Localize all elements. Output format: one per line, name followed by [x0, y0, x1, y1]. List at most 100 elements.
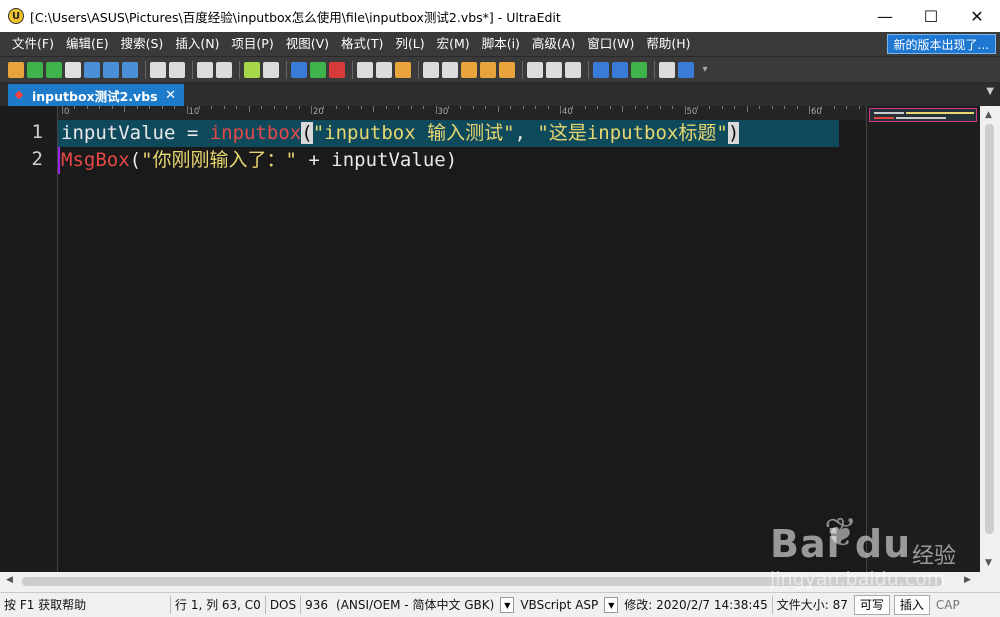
ruler-label: 60 [811, 107, 822, 117]
macro-stop-icon[interactable] [329, 61, 345, 78]
open-file-icon[interactable] [65, 61, 81, 78]
code-line-1[interactable]: inputValue = inputbox("inputbox 输入测试", "… [61, 120, 740, 147]
close-button[interactable]: ✕ [954, 0, 1000, 32]
token-string-2: "这是inputbox标题" [537, 122, 728, 144]
new-file-icon[interactable] [8, 61, 24, 78]
ruler-tick [684, 106, 686, 114]
token-operator: = [175, 122, 210, 144]
line-number-gutter[interactable]: 1 2 [0, 106, 58, 572]
menu-format[interactable]: 格式(T) [335, 32, 389, 56]
vertical-scrollbar[interactable]: ▲ ▼ [980, 106, 1000, 572]
code-editor[interactable]: inputValue = inputbox("inputbox 输入测试", "… [58, 120, 866, 572]
refresh-icon[interactable] [631, 61, 647, 78]
bookmark-icon[interactable] [216, 61, 232, 78]
ruler-tick [460, 106, 462, 109]
browser-icon[interactable] [593, 61, 609, 78]
tab-label: inputbox测试2.vbs [32, 88, 158, 104]
copy-icon[interactable] [376, 61, 392, 78]
scroll-down-icon[interactable]: ▼ [985, 558, 992, 568]
recent-folder-icon[interactable] [103, 61, 119, 78]
scroll-right-icon[interactable]: ▶ [964, 575, 971, 585]
code-line-2[interactable]: MsgBox("你刚刚输入了：" + inputValue) [61, 147, 457, 174]
maximize-button[interactable]: ☐ [908, 0, 954, 32]
menu-edit[interactable]: 编辑(E) [60, 32, 115, 56]
status-language[interactable]: VBScript ASP [516, 593, 602, 617]
menu-window[interactable]: 窗口(W) [581, 32, 640, 56]
minimap-viewport[interactable] [869, 108, 977, 122]
status-help: 按 F1 获取帮助 [4, 597, 87, 612]
ruler-label: 20 [313, 107, 324, 117]
toolbar-separator [352, 60, 353, 79]
forward-icon[interactable] [46, 61, 62, 78]
word-wrap-icon[interactable] [659, 61, 675, 78]
insert-mode-toggle[interactable]: 插入 [893, 595, 930, 615]
replace-icon[interactable] [461, 61, 477, 78]
token-comma: , [514, 122, 538, 144]
menu-search[interactable]: 搜索(S) [115, 32, 170, 56]
menu-project[interactable]: 项目(P) [225, 32, 279, 56]
ruler-tick [746, 106, 748, 112]
menu-macro[interactable]: 宏(M) [431, 32, 476, 56]
ruler-tick [784, 106, 786, 109]
ruler-tick [510, 106, 512, 109]
find-next-icon[interactable] [442, 61, 458, 78]
macro-record-icon[interactable] [310, 61, 326, 78]
ruler-tick [261, 106, 263, 109]
cut-icon[interactable] [357, 61, 373, 78]
status-line-ending[interactable]: DOS [266, 593, 300, 617]
minimize-button[interactable]: — [862, 0, 908, 32]
help-icon[interactable] [678, 61, 694, 78]
menu-view[interactable]: 视图(V) [280, 32, 335, 56]
ruler-tick [721, 106, 723, 109]
tab-strip: inputbox测试2.vbs ✕ ▼ [0, 82, 1000, 106]
print-preview-icon[interactable] [169, 61, 185, 78]
back-icon[interactable] [27, 61, 43, 78]
find-icon[interactable] [423, 61, 439, 78]
ruler-tick [149, 106, 151, 109]
find-files-icon[interactable] [480, 61, 496, 78]
menu-help[interactable]: 帮助(H) [640, 32, 696, 56]
vertical-scroll-thumb[interactable] [985, 124, 994, 534]
print-icon[interactable] [150, 61, 166, 78]
save-icon[interactable] [122, 61, 138, 78]
paste-icon[interactable] [395, 61, 411, 78]
modified-indicator-icon [14, 90, 24, 100]
window-tile-icon[interactable] [527, 61, 543, 78]
tab-inputbox-vbs[interactable]: inputbox测试2.vbs ✕ [8, 84, 184, 106]
toolbar-separator [418, 60, 419, 79]
list-icon[interactable] [197, 61, 213, 78]
writable-toggle[interactable]: 可写 [853, 595, 890, 615]
scroll-up-icon[interactable]: ▲ [985, 110, 992, 120]
menu-advanced[interactable]: 高级(A) [526, 32, 581, 56]
column-icon[interactable] [244, 61, 260, 78]
open-folder-icon[interactable] [84, 61, 100, 78]
replace-files-icon[interactable] [499, 61, 515, 78]
tab-close-icon[interactable]: ✕ [165, 88, 176, 103]
macro-play-icon[interactable] [291, 61, 307, 78]
tab-overflow-icon[interactable]: ▼ [986, 86, 994, 97]
ruler-tick [248, 106, 250, 112]
encoding-dropdown-icon[interactable]: ▼ [500, 597, 515, 613]
ruler-tick [398, 106, 400, 109]
scroll-left-icon[interactable]: ◀ [6, 575, 13, 585]
language-dropdown-icon[interactable]: ▼ [604, 597, 619, 613]
menu-column[interactable]: 列(L) [389, 32, 430, 56]
ruler-label: 40 [562, 107, 573, 117]
ruler-tick [796, 106, 798, 109]
menu-file[interactable]: 文件(F) [6, 32, 60, 56]
menu-script[interactable]: 脚本(i) [476, 32, 526, 56]
status-encoding[interactable]: (ANSI/OEM - 简体中文 GBK) [332, 593, 498, 617]
minimap[interactable] [866, 106, 980, 572]
window-split-icon[interactable] [546, 61, 562, 78]
new-version-button[interactable]: 新的版本出现了... [886, 34, 996, 54]
status-codepage[interactable]: 936 [301, 593, 332, 617]
ruler-tick [771, 106, 773, 109]
ruler-tick [74, 106, 76, 109]
ruler-tick [609, 106, 611, 109]
toolbar-overflow-icon[interactable]: ▾ [697, 62, 713, 78]
window-cascade-icon[interactable] [565, 61, 581, 78]
page-icon[interactable] [263, 61, 279, 78]
status-position[interactable]: 行 1, 列 63, C0 [171, 593, 265, 617]
ftp-icon[interactable] [612, 61, 628, 78]
menu-insert[interactable]: 插入(N) [169, 32, 225, 56]
